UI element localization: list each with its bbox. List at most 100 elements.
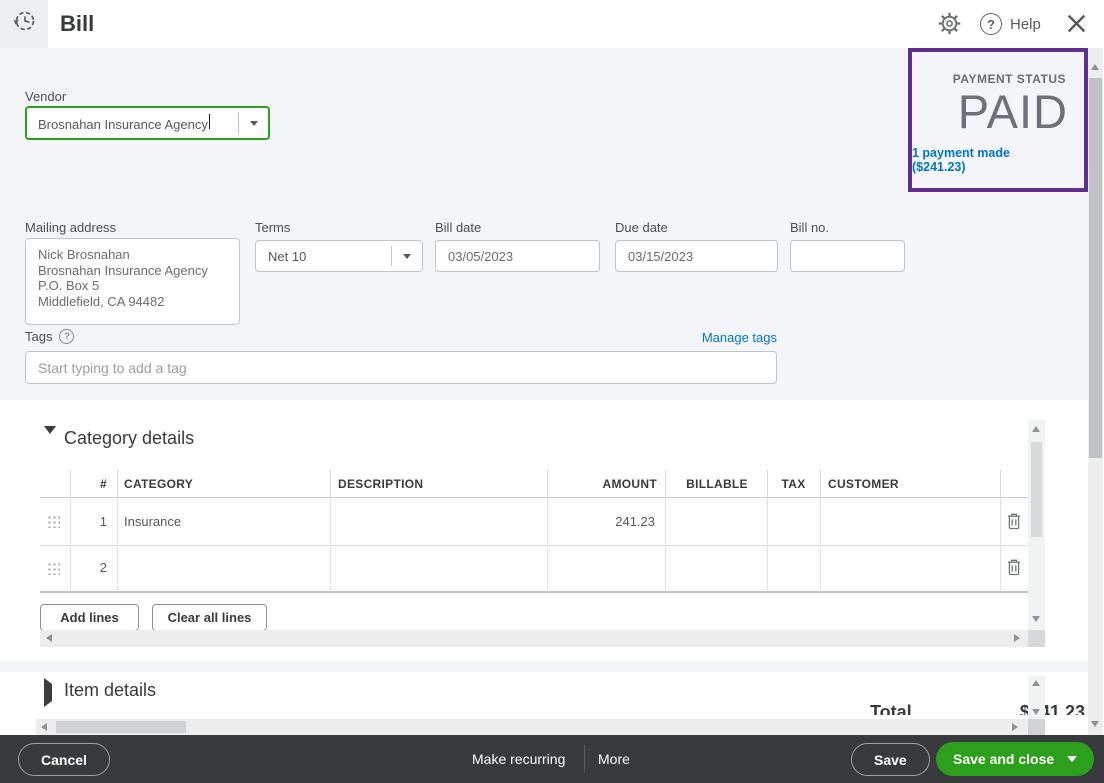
help-label: Help: [1010, 16, 1041, 33]
row-separator: [40, 545, 1028, 546]
settings-button[interactable]: [936, 10, 963, 42]
category-details-collapse[interactable]: [44, 434, 56, 452]
vendor-value: Brosnahan Insurance Agency: [38, 117, 208, 132]
manage-tags-link[interactable]: Manage tags: [677, 330, 777, 345]
save-button[interactable]: Save: [851, 743, 930, 776]
bill-date-input[interactable]: 03/05/2023: [435, 240, 600, 272]
bill-no-label: Bill no.: [790, 220, 829, 235]
clear-all-lines-button[interactable]: Clear all lines: [152, 604, 267, 631]
cell-category[interactable]: Insurance: [124, 514, 324, 529]
scroll-left-icon[interactable]: [41, 723, 47, 731]
terms-value: Net 10: [256, 249, 391, 264]
cell-row-num: 2: [70, 560, 107, 575]
save-options-caret-icon[interactable]: [1067, 756, 1077, 762]
make-recurring-button[interactable]: Make recurring: [472, 735, 565, 783]
address-line: Brosnahan Insurance Agency: [38, 263, 227, 279]
scrollbar-thumb[interactable]: [1089, 78, 1102, 458]
page-title: Bill: [60, 11, 94, 37]
text-cursor: [209, 114, 210, 129]
grid-vertical-scrollbar[interactable]: [1028, 420, 1045, 630]
terms-dropdown-toggle[interactable]: [392, 254, 422, 259]
grid-bottom-border: [40, 591, 1028, 593]
tags-label-group: Tags ?: [25, 329, 74, 344]
drag-handle-icon[interactable]: [46, 561, 60, 575]
save-and-close-button[interactable]: Save and close: [936, 742, 1094, 776]
address-line: Middlefield, CA 94482: [38, 294, 227, 310]
bill-form-window: Bill ? Help: [0, 0, 1104, 783]
header-bar: Bill ? Help: [0, 0, 1104, 48]
address-line: P.O. Box 5: [38, 278, 227, 294]
item-vertical-scrollbar[interactable]: [1028, 676, 1045, 719]
bill-no-input[interactable]: [790, 240, 905, 272]
scroll-up-icon[interactable]: [1032, 680, 1040, 686]
scroll-left-icon[interactable]: [46, 634, 52, 642]
more-label: More: [598, 751, 630, 767]
scroll-down-icon[interactable]: [1032, 616, 1040, 622]
terms-label: Terms: [255, 220, 290, 235]
more-button[interactable]: More: [598, 735, 630, 783]
grid-line: [665, 470, 666, 497]
terms-select[interactable]: Net 10: [255, 240, 423, 272]
help-button[interactable]: ? Help: [980, 13, 1041, 35]
scroll-down-icon[interactable]: [1091, 721, 1099, 727]
triangle-down-icon: [44, 426, 56, 451]
gear-icon: [936, 24, 963, 41]
scroll-up-icon[interactable]: [1032, 426, 1040, 432]
grid-line: [820, 470, 821, 497]
scrollbar-thumb[interactable]: [56, 721, 186, 733]
scroll-right-icon[interactable]: [1012, 723, 1018, 731]
grid-header-border: [40, 497, 1028, 498]
vendor-combobox[interactable]: Brosnahan Insurance Agency: [25, 106, 270, 140]
cancel-button[interactable]: Cancel: [18, 743, 110, 776]
drag-handle-icon[interactable]: [46, 514, 60, 528]
save-and-close-label: Save and close: [953, 751, 1054, 767]
due-date-label: Due date: [615, 220, 668, 235]
address-line: Nick Brosnahan: [38, 247, 227, 263]
tags-input[interactable]: [25, 351, 777, 384]
scroll-right-icon[interactable]: [1014, 634, 1020, 642]
scroll-up-icon[interactable]: [1091, 64, 1099, 70]
add-lines-label: Add lines: [60, 610, 119, 625]
add-lines-button[interactable]: Add lines: [40, 604, 139, 631]
cell-amount[interactable]: 241.23: [547, 514, 655, 529]
vendor-label: Vendor: [25, 89, 66, 104]
scroll-down-icon[interactable]: [1032, 709, 1040, 715]
save-label: Save: [874, 752, 907, 768]
mailing-address-box[interactable]: Nick Brosnahan Brosnahan Insurance Agenc…: [25, 238, 240, 325]
triangle-right-icon: [44, 678, 52, 707]
make-recurring-label: Make recurring: [472, 751, 565, 767]
due-date-input[interactable]: 03/15/2023: [615, 240, 778, 272]
column-header-category: CATEGORY: [124, 477, 193, 491]
vendor-dropdown-toggle[interactable]: [239, 121, 268, 126]
item-horizontal-scrollbar[interactable]: [36, 719, 1028, 735]
mailing-address-label: Mailing address: [25, 220, 116, 235]
grid-line: [117, 470, 118, 497]
trash-icon: [1006, 517, 1022, 534]
column-header-billable: BILLABLE: [667, 477, 767, 491]
grid-horizontal-scrollbar[interactable]: [40, 630, 1028, 647]
trash-icon: [1006, 563, 1022, 580]
item-details-expand[interactable]: [44, 684, 52, 702]
payment-status-card: PAYMENT STATUS PAID 1 payment made ($241…: [908, 48, 1088, 192]
history-clock-icon: [11, 8, 38, 40]
chevron-down-icon: [250, 121, 258, 126]
payment-made-link[interactable]: 1 payment made ($241.23): [912, 146, 1066, 174]
clear-all-lines-label: Clear all lines: [168, 610, 252, 625]
category-details-title: Category details: [64, 428, 194, 449]
total-label: Total: [870, 702, 912, 715]
column-header-tax: TAX: [767, 477, 820, 491]
recent-transactions-button[interactable]: [0, 0, 48, 48]
cancel-label: Cancel: [41, 752, 87, 768]
close-button[interactable]: [1066, 13, 1087, 39]
scrollbar-thumb[interactable]: [1031, 442, 1042, 537]
total-row: Total $241.23: [870, 702, 1085, 715]
tags-help-icon[interactable]: ?: [59, 329, 74, 344]
delete-row-button[interactable]: [1006, 558, 1022, 581]
grid-line: [70, 470, 71, 497]
grid-line: [330, 470, 331, 497]
page-vertical-scrollbar[interactable]: [1088, 48, 1103, 735]
footer-divider: [584, 745, 585, 773]
delete-row-button[interactable]: [1006, 512, 1022, 535]
column-header-description: DESCRIPTION: [338, 477, 423, 491]
due-date-value: 03/15/2023: [628, 249, 693, 264]
